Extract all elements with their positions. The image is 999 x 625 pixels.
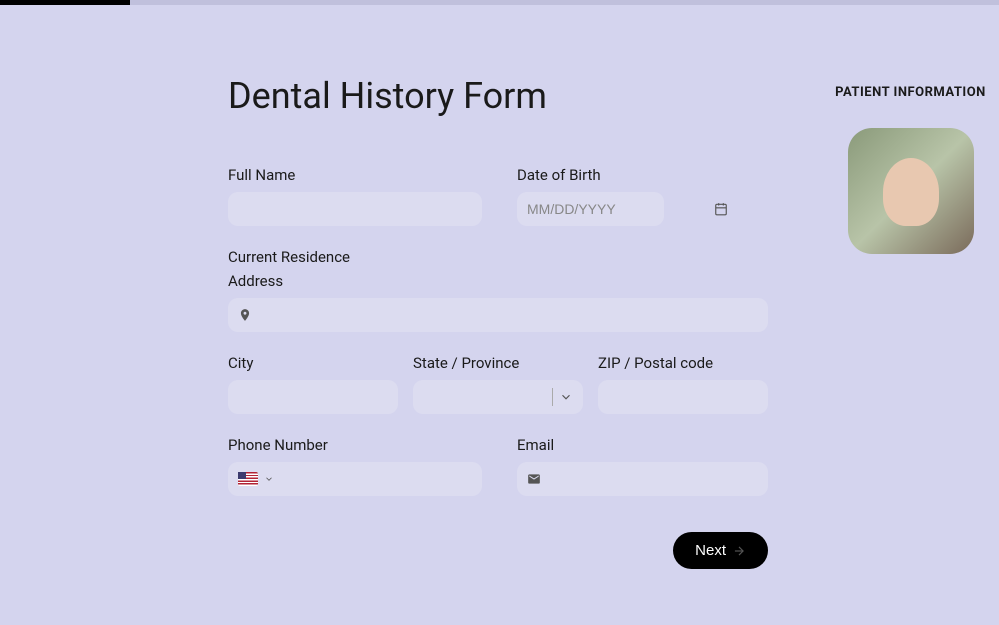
email-input[interactable] (547, 462, 758, 496)
zip-label: ZIP / Postal code (598, 354, 768, 372)
next-button[interactable]: Next (673, 532, 768, 569)
dob-label: Date of Birth (517, 166, 664, 184)
chevron-down-icon (559, 390, 573, 404)
phone-input[interactable] (280, 462, 472, 496)
city-label: City (228, 354, 398, 372)
address-label: Address (228, 272, 768, 290)
section-label: PATIENT INFORMATION (828, 85, 993, 100)
zip-input[interactable] (598, 380, 768, 414)
progress-fill (0, 0, 130, 5)
us-flag-icon[interactable] (238, 472, 258, 486)
state-select[interactable] (413, 380, 583, 414)
address-input[interactable] (258, 298, 758, 332)
email-label: Email (517, 436, 768, 454)
arrow-right-icon (732, 544, 746, 558)
next-button-label: Next (695, 542, 726, 559)
chevron-down-icon[interactable] (264, 474, 274, 484)
phone-label: Phone Number (228, 436, 482, 454)
full-name-input[interactable] (228, 192, 482, 226)
state-label: State / Province (413, 354, 583, 372)
map-pin-icon (238, 308, 252, 322)
address-group[interactable] (228, 298, 768, 332)
city-input[interactable] (228, 380, 398, 414)
email-group[interactable] (517, 462, 768, 496)
dob-input[interactable] (527, 192, 708, 226)
current-residence-heading: Current Residence (228, 248, 768, 266)
mail-icon (527, 472, 541, 486)
full-name-label: Full Name (228, 166, 482, 184)
calendar-icon[interactable] (714, 202, 728, 216)
dob-group[interactable] (517, 192, 664, 226)
phone-group[interactable] (228, 462, 482, 496)
patient-avatar (848, 128, 974, 254)
page-title: Dental History Form (228, 75, 768, 118)
progress-bar (0, 0, 999, 5)
